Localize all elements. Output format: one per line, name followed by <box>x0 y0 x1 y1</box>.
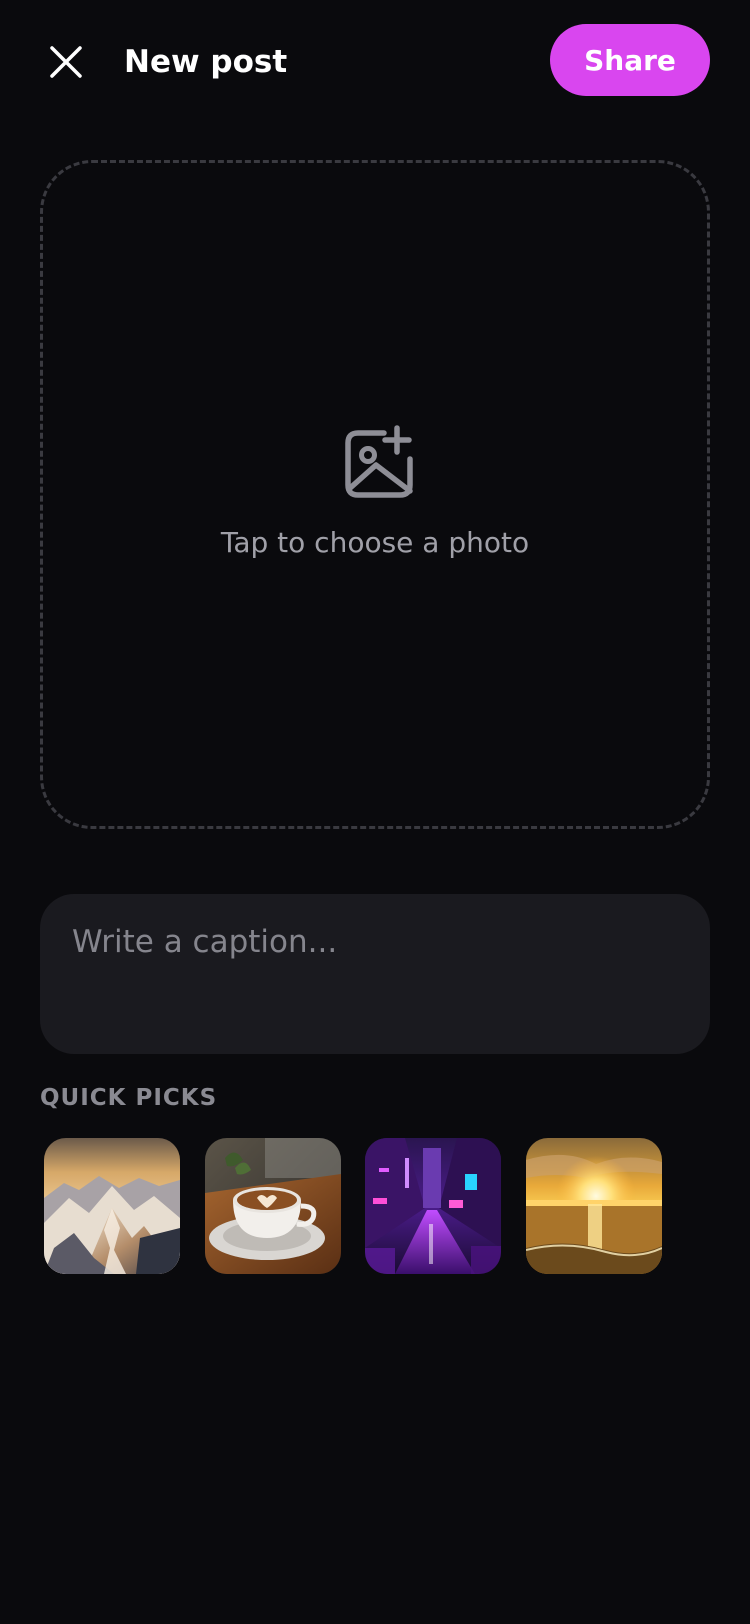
quick-picks-heading: QUICK PICKS <box>40 1085 218 1111</box>
quick-pick-neon-city[interactable] <box>365 1138 501 1274</box>
quick-pick-mountains[interactable] <box>44 1138 180 1274</box>
caption-input[interactable] <box>40 894 710 1054</box>
page-title: New post <box>124 44 288 80</box>
sunset-photo <box>526 1138 662 1274</box>
mountain-photo <box>44 1138 180 1274</box>
quick-pick-sunset[interactable] <box>526 1138 662 1274</box>
neon-city-photo <box>365 1138 501 1274</box>
photo-picker-dropzone[interactable]: Tap to choose a photo <box>40 160 710 829</box>
add-image-icon <box>345 425 413 498</box>
quick-picks-row <box>44 1138 704 1274</box>
quick-pick-coffee[interactable] <box>205 1138 341 1274</box>
top-bar: New post Share <box>0 0 750 122</box>
coffee-photo <box>205 1138 341 1274</box>
dropzone-hint: Tap to choose a photo <box>220 526 530 559</box>
share-button[interactable]: Share <box>550 24 710 96</box>
close-icon <box>50 46 82 78</box>
close-button[interactable] <box>40 36 92 88</box>
